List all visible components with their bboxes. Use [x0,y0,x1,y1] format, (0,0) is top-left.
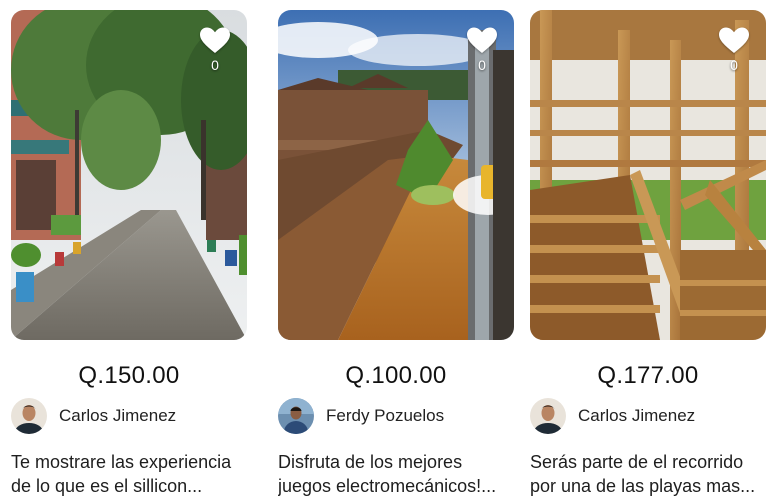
seller-avatar-image [11,398,47,434]
listing-image[interactable]: 0 [530,10,766,340]
heart-icon [719,27,749,53]
listing-description[interactable]: Serás parte de el recorrido por una de l… [530,450,770,496]
description-line: Serás parte de el recorrido [530,452,744,472]
description-line: por una de las playas mas... [530,476,756,496]
listing-card[interactable]: 0 Q.177.00 Carlos Jimenez Serás parte de… [530,10,766,496]
seller-name[interactable]: Carlos Jimenez [578,406,695,426]
avatar[interactable] [530,398,566,434]
like-count: 0 [478,57,486,73]
description-line: Te mostrare las experiencia [11,452,232,472]
seller-avatar-image [278,398,314,434]
seller-name[interactable]: Ferdy Pozuelos [326,406,444,426]
seller-avatar-image [530,398,566,434]
listing-description[interactable]: Te mostrare las experiencia de lo que es… [11,450,251,496]
like-count: 0 [211,57,219,73]
listing-price: Q.100.00 [345,362,447,389]
description-line: Disfruta de los mejores [278,452,463,472]
like-button[interactable]: 0 [199,26,231,73]
like-button[interactable]: 0 [718,26,750,73]
listing-image[interactable]: 0 [11,10,247,340]
like-button[interactable]: 0 [466,26,498,73]
listing-price: Q.150.00 [78,362,180,389]
heart-icon [200,27,230,53]
seller-info[interactable]: Carlos Jimenez [11,398,247,434]
heart-icon [467,27,497,53]
listing-description[interactable]: Disfruta de los mejores juegos electrome… [278,450,518,496]
seller-info[interactable]: Ferdy Pozuelos [278,398,514,434]
description-line: juegos electromecánicos!... [278,476,497,496]
listing-card[interactable]: 0 Q.150.00 Carlos Jimenez Te mostrare la… [11,10,247,496]
listing-image[interactable]: 0 [278,10,514,340]
description-line: de lo que es el sillicon... [11,476,203,496]
listings-grid: 0 Q.150.00 Carlos Jimenez Te mostrare la… [0,0,779,496]
like-count: 0 [730,57,738,73]
seller-info[interactable]: Carlos Jimenez [530,398,766,434]
avatar[interactable] [11,398,47,434]
seller-name[interactable]: Carlos Jimenez [59,406,176,426]
listing-card[interactable]: 0 Q.100.00 Ferdy Pozuelos Disfruta de lo… [278,10,514,496]
avatar[interactable] [278,398,314,434]
listing-price: Q.177.00 [597,362,699,389]
